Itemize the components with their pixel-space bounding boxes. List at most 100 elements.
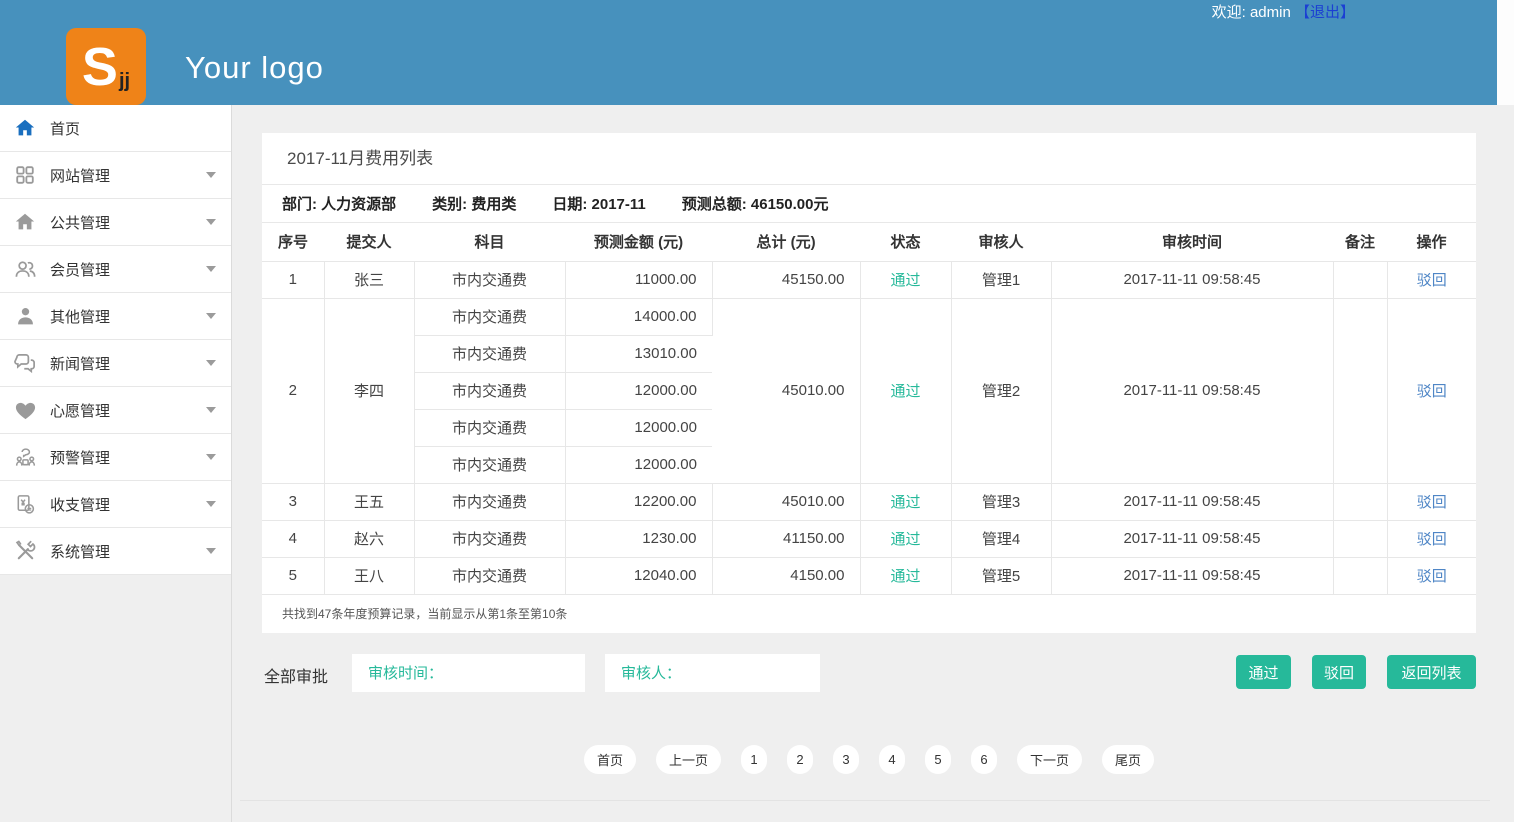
sidebar-item-预警管理[interactable]: 预警管理 [0, 434, 231, 481]
status-pass-link[interactable]: 通过 [890, 494, 920, 511]
reject-action-link[interactable]: 驳回 [1417, 531, 1447, 548]
column-header: 审核时间 [1051, 223, 1333, 261]
cell-forecast-amount: 1230.00 [565, 520, 712, 557]
welcome-username: admin [1250, 4, 1291, 21]
column-header: 科目 [414, 223, 565, 261]
table-row: 2李四市内交通费14000.0045010.00通过管理22017-11-11 … [262, 298, 1476, 335]
back-to-list-button[interactable]: 返回列表 [1387, 655, 1476, 689]
table-header-row: 序号提交人科目预测金额 (元)总计 (元)状态审核人审核时间备注操作 [262, 223, 1476, 261]
cell-submitter: 王五 [324, 483, 414, 520]
cell-review-time: 2017-11-11 09:58:45 [1051, 261, 1333, 298]
pagination-item-首页[interactable]: 首页 [584, 745, 636, 774]
sidebar-item-系统管理[interactable]: 系统管理 [0, 528, 231, 575]
sidebar-item-label: 预警管理 [50, 447, 110, 468]
sidebar-item-会员管理[interactable]: 会员管理 [0, 246, 231, 293]
cell-seq: 5 [262, 557, 324, 594]
sidebar-item-label: 会员管理 [50, 259, 110, 280]
tools-icon [13, 539, 37, 563]
cell-forecast-amount: 12200.00 [565, 483, 712, 520]
cell-subject: 市内交通费 [414, 520, 565, 557]
cell-note [1333, 298, 1387, 483]
reviewer-input[interactable] [605, 654, 820, 692]
pagination-item-4[interactable]: 4 [879, 745, 905, 774]
chat-icon [13, 351, 37, 375]
pagination: 首页上一页 123456 下一页尾页 [262, 745, 1476, 774]
sidebar-item-公共管理[interactable]: 公共管理 [0, 199, 231, 246]
chevron-down-icon [206, 501, 216, 507]
cell-forecast-amount: 14000.00 [565, 298, 712, 335]
cell-submitter: 张三 [324, 261, 414, 298]
sidebar-item-网站管理[interactable]: 网站管理 [0, 152, 231, 199]
sidebar-item-心愿管理[interactable]: 心愿管理 [0, 387, 231, 434]
cell-action: 驳回 [1387, 483, 1476, 520]
chevron-down-icon [206, 360, 216, 366]
cell-review-time: 2017-11-11 09:58:45 [1051, 483, 1333, 520]
review-time-input[interactable] [352, 654, 585, 692]
cell-subject: 市内交通费 [414, 409, 565, 446]
status-pass-link[interactable]: 通过 [890, 531, 920, 548]
cell-review-time: 2017-11-11 09:58:45 [1051, 298, 1333, 483]
sidebar: 首页网站管理公共管理会员管理其他管理新闻管理心愿管理预警管理收支管理系统管理 [0, 105, 231, 575]
sidebar-item-收支管理[interactable]: 收支管理 [0, 481, 231, 528]
pagination-item-3[interactable]: 3 [833, 745, 859, 774]
approve-pass-button[interactable]: 通过 [1236, 655, 1291, 689]
pagination-item-6[interactable]: 6 [971, 745, 997, 774]
cell-status: 通过 [860, 557, 951, 594]
record-count-info: 共找到47条年度预算记录，当前显示从第1条至第10条 [262, 595, 1476, 633]
filter-item: 日期: 2017-11 [552, 193, 645, 214]
pagination-item-下一页[interactable]: 下一页 [1017, 745, 1082, 774]
cell-forecast-amount: 13010.00 [565, 335, 712, 372]
column-header: 备注 [1333, 223, 1387, 261]
pagination-item-尾页[interactable]: 尾页 [1102, 745, 1154, 774]
pagination-item-5[interactable]: 5 [925, 745, 951, 774]
status-pass-link[interactable]: 通过 [890, 383, 920, 400]
logo-initial: S [82, 40, 118, 94]
pagination-item-1[interactable]: 1 [741, 745, 767, 774]
table-row: 4赵六市内交通费1230.0041150.00通过管理42017-11-11 0… [262, 520, 1476, 557]
cell-status: 通过 [860, 261, 951, 298]
pagination-item-2[interactable]: 2 [787, 745, 813, 774]
status-pass-link[interactable]: 通过 [890, 272, 920, 289]
table-row: 5王八市内交通费12040.004150.00通过管理52017-11-11 0… [262, 557, 1476, 594]
welcome-bar: 欢迎: admin 【退出】 [1212, 1, 1355, 22]
cell-subject: 市内交通费 [414, 483, 565, 520]
cell-review-time: 2017-11-11 09:58:45 [1051, 520, 1333, 557]
column-header: 状态 [860, 223, 951, 261]
column-header: 总计 (元) [712, 223, 860, 261]
heart-icon [13, 398, 37, 422]
approve-reject-button[interactable]: 驳回 [1312, 655, 1366, 689]
cell-note [1333, 557, 1387, 594]
sidebar-item-label: 网站管理 [50, 165, 110, 186]
cell-forecast-amount: 12000.00 [565, 409, 712, 446]
cell-submitter: 赵六 [324, 520, 414, 557]
cell-reviewer: 管理3 [951, 483, 1051, 520]
expense-list-panel: 2017-11月费用列表 部门: 人力资源部类别: 费用类日期: 2017-11… [262, 133, 1476, 633]
pagination-item-上一页[interactable]: 上一页 [656, 745, 721, 774]
receipt-icon [13, 492, 37, 516]
cell-action: 驳回 [1387, 557, 1476, 594]
cell-total: 45010.00 [712, 298, 860, 483]
sidebar-item-label: 公共管理 [50, 212, 110, 233]
sidebar-item-首页[interactable]: 首页 [0, 105, 231, 152]
sidebar-item-label: 其他管理 [50, 306, 110, 327]
sidebar-item-新闻管理[interactable]: 新闻管理 [0, 340, 231, 387]
logo: S jj [66, 28, 146, 105]
sidebar-item-其他管理[interactable]: 其他管理 [0, 293, 231, 340]
filter-item: 部门: 人力资源部 [282, 193, 396, 214]
status-pass-link[interactable]: 通过 [890, 568, 920, 585]
sidebar-item-label: 首页 [50, 118, 80, 139]
sidebar-item-label: 新闻管理 [50, 353, 110, 374]
reject-action-link[interactable]: 驳回 [1417, 494, 1447, 511]
reject-action-link[interactable]: 驳回 [1417, 568, 1447, 585]
reject-action-link[interactable]: 驳回 [1417, 383, 1447, 400]
alert-group-icon [13, 445, 37, 469]
cell-forecast-amount: 12000.00 [565, 372, 712, 409]
cell-subject: 市内交通费 [414, 557, 565, 594]
home-icon [13, 210, 37, 234]
logout-link[interactable]: 【退出】 [1295, 4, 1355, 21]
table-row: 3王五市内交通费12200.0045010.00通过管理32017-11-11 … [262, 483, 1476, 520]
filter-item: 预测总额: 46150.00元 [682, 193, 829, 214]
chevron-down-icon [206, 172, 216, 178]
column-header: 审核人 [951, 223, 1051, 261]
reject-action-link[interactable]: 驳回 [1417, 272, 1447, 289]
